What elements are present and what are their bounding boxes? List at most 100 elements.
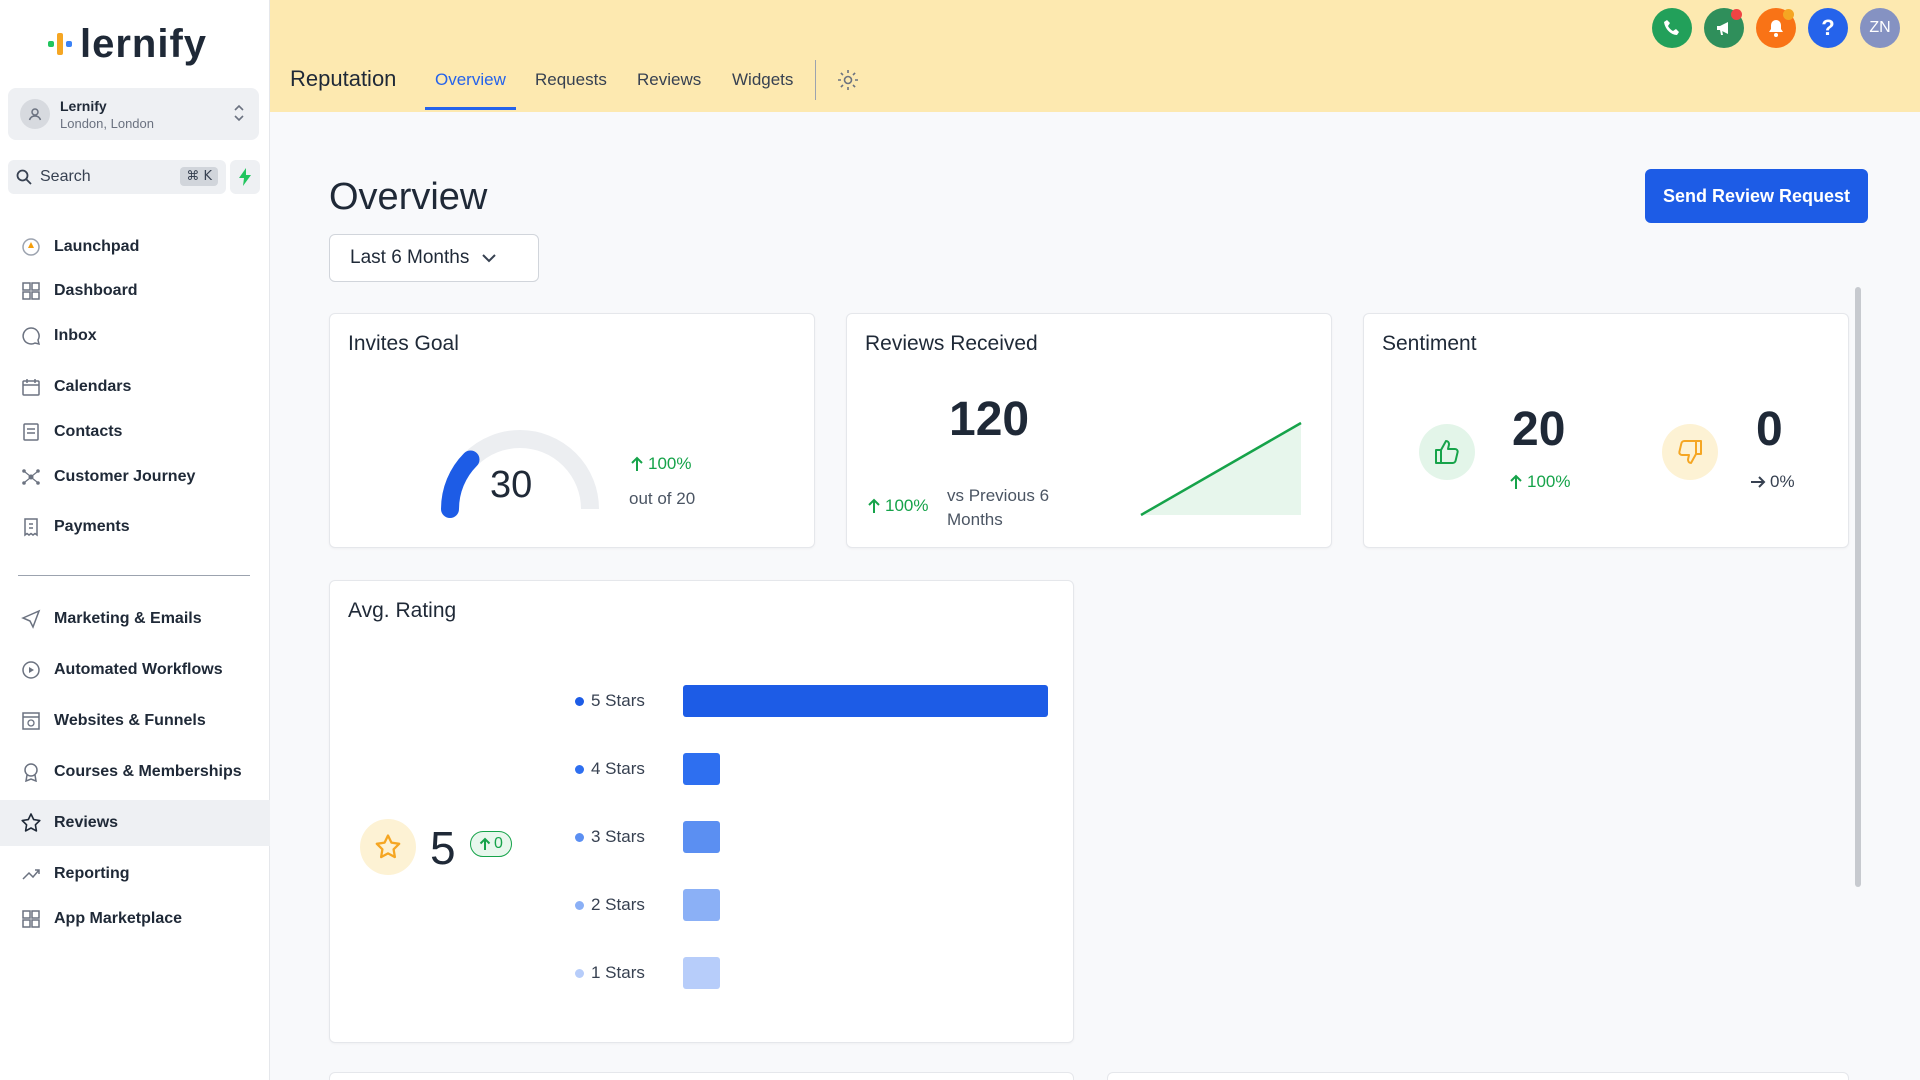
negative-change-value: 0% (1770, 472, 1795, 491)
reviews-received-card: Reviews Received 120 100% vs Previous 6 … (846, 313, 1332, 548)
sidebar-item-label: Dashboard (54, 282, 138, 299)
sidebar-item-customer-journey[interactable]: Customer Journey (0, 454, 270, 500)
send-icon (20, 608, 42, 630)
sidebar-item-reporting[interactable]: Reporting (0, 851, 270, 897)
avatar[interactable]: ZN (1860, 8, 1900, 48)
thumbs-up-icon (1419, 424, 1475, 480)
arrow-up-icon (479, 837, 491, 850)
quick-action-button[interactable] (230, 160, 260, 194)
contacts-icon (20, 421, 42, 443)
phone-icon[interactable] (1652, 8, 1692, 48)
card-title: Invites Goal (348, 332, 459, 355)
search-label: Search (40, 168, 91, 185)
sidebar-item-label: Customer Journey (54, 468, 196, 485)
bolt-icon (239, 168, 251, 186)
rating-bar (683, 957, 720, 989)
invites-change: 100% (630, 454, 691, 474)
tab-widgets[interactable]: Widgets (732, 70, 793, 110)
avatar-initials: ZN (1869, 19, 1891, 36)
account-avatar-icon (20, 99, 50, 129)
arrow-up-icon (1510, 474, 1522, 489)
sidebar: lernify Lernify London, London Search ⌘ … (0, 0, 270, 1080)
send-review-request-button[interactable]: Send Review Request (1645, 169, 1868, 223)
sidebar-item-launchpad[interactable]: Launchpad (0, 224, 270, 270)
bell-icon[interactable] (1756, 8, 1796, 48)
sidebar-item-label: Reviews (54, 814, 119, 831)
arrow-up-icon (631, 456, 643, 471)
gear-icon[interactable] (836, 68, 860, 92)
trend-icon (20, 863, 42, 885)
workflow-icon (20, 659, 42, 681)
calendar-icon (20, 376, 42, 398)
sidebar-item-payments[interactable]: Payments (0, 504, 270, 550)
invites-change-value: 100% (648, 454, 692, 473)
arrow-right-icon (1751, 476, 1766, 488)
sidebar-item-contacts[interactable]: Contacts (0, 409, 270, 455)
search-icon (16, 169, 32, 185)
compare-line-1: vs Previous 6 (947, 486, 1050, 505)
negative-value: 0 (1756, 403, 1783, 456)
compare-line-2: Months (947, 510, 1003, 529)
rating-change-badge: 0 (470, 831, 512, 857)
star-icon (20, 812, 42, 834)
rating-row: 2 Stars (575, 889, 720, 921)
sidebar-item-dashboard[interactable]: Dashboard (0, 268, 270, 314)
logo[interactable]: lernify (48, 22, 207, 66)
date-range-select[interactable]: Last 6 Months (329, 234, 539, 282)
rating-change-value: 0 (494, 835, 503, 852)
rating-row: 3 Stars (575, 821, 720, 853)
account-switcher[interactable]: Lernify London, London (8, 88, 259, 140)
sidebar-item-inbox[interactable]: Inbox (0, 313, 270, 359)
sidebar-item-label: Websites & Funnels (54, 712, 206, 729)
sidebar-item-label: Payments (54, 518, 130, 535)
sidebar-item-calendars[interactable]: Calendars (0, 364, 270, 410)
rating-bar (683, 889, 720, 921)
positive-change: 100% (1509, 472, 1570, 492)
website-icon (20, 710, 42, 732)
sidebar-item-label: Inbox (54, 327, 97, 344)
legend-dot (575, 696, 584, 706)
top-icon-bar: ? ZN (1652, 8, 1900, 48)
rating-row-label: 3 Stars (591, 827, 645, 846)
rating-row-label: 2 Stars (591, 895, 645, 914)
sidebar-item-websites[interactable]: Websites & Funnels (0, 698, 270, 744)
sidebar-item-app-marketplace[interactable]: App Marketplace (0, 896, 270, 942)
rating-row-label: 1 Stars (591, 963, 645, 982)
tab-requests[interactable]: Requests (535, 70, 607, 110)
positive-value: 20 (1512, 403, 1566, 456)
scrollbar-thumb[interactable] (1855, 287, 1861, 887)
rating-row-label: 5 Stars (591, 691, 645, 710)
search-shortcut: ⌘ K (180, 167, 218, 186)
legend-dot (575, 968, 584, 978)
notification-dot (1783, 9, 1794, 20)
reviews-change-value: 100% (885, 496, 929, 515)
positive-change-value: 100% (1527, 472, 1571, 491)
rating-row: 4 Stars (575, 753, 720, 785)
invites-out-of: out of 20 (629, 489, 696, 508)
search-input[interactable]: Search ⌘ K (8, 160, 226, 194)
invites-goal-card: Invites Goal 30 100% out of 20 (329, 313, 815, 548)
sidebar-item-reviews[interactable]: Reviews (0, 800, 270, 846)
logo-mark-icon (48, 29, 78, 59)
megaphone-icon[interactable] (1704, 8, 1744, 48)
bottom-card-right (1107, 1072, 1849, 1080)
rating-row: 5 Stars (575, 685, 1048, 717)
sidebar-item-label: Automated Workflows (54, 661, 223, 678)
thumbs-down-icon (1662, 424, 1718, 480)
sidebar-item-label: Courses & Memberships (54, 763, 242, 780)
legend-dot (575, 832, 584, 842)
module-title: Reputation (290, 66, 397, 91)
reviews-trend-sparkline (1140, 421, 1302, 517)
sidebar-divider (18, 575, 250, 576)
sidebar-item-courses[interactable]: Courses & Memberships (0, 749, 270, 795)
sidebar-item-label: Launchpad (54, 238, 140, 255)
tab-reviews[interactable]: Reviews (637, 70, 701, 110)
arrow-up-icon (868, 498, 880, 513)
card-title: Avg. Rating (348, 599, 457, 622)
card-title: Reviews Received (865, 332, 1038, 355)
tab-overview[interactable]: Overview (425, 70, 516, 110)
sidebar-item-workflows[interactable]: Automated Workflows (0, 647, 270, 693)
help-icon[interactable]: ? (1808, 8, 1848, 48)
sidebar-item-marketing[interactable]: Marketing & Emails (0, 596, 270, 642)
page-title: Overview (329, 176, 488, 218)
